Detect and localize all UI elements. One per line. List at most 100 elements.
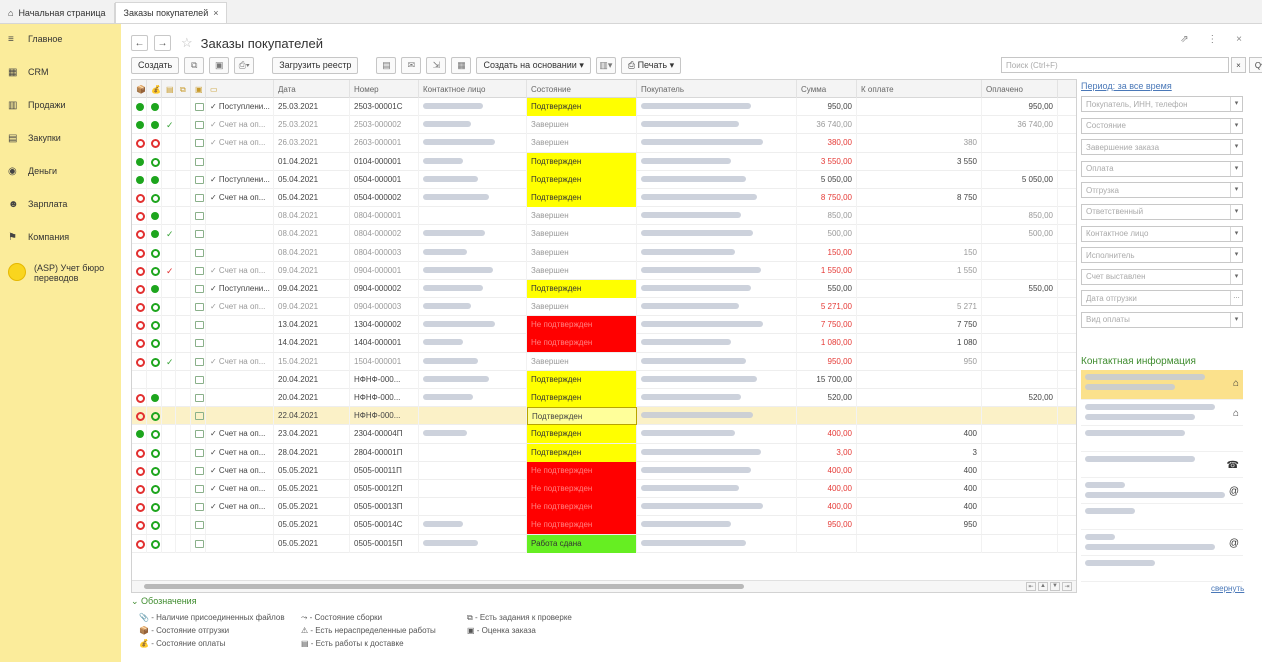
table-row[interactable]: ✓ Счет на оп... 05.04.2021 0504-000002 П… — [132, 188, 1076, 208]
print-button[interactable]: ⎙ Печать ▾ — [620, 56, 682, 74]
dropdown-arrow-icon[interactable]: ▾ — [1230, 312, 1242, 327]
dropdown-arrow-icon[interactable]: ▾ — [1230, 161, 1242, 176]
table-row[interactable]: ✓ Счет на оп... 05.05.2021 0505-00012П Н… — [132, 479, 1076, 499]
sidebar-item-1[interactable]: ▦ CRM — [0, 57, 121, 90]
dropdown-arrow-icon[interactable]: ▾ — [1230, 183, 1242, 198]
print-dropdown-icon[interactable]: ⎙▾ — [234, 56, 255, 74]
table-row[interactable]: 20.04.2021 НФНФ-000... Подтвержден 15 70… — [132, 370, 1076, 389]
dropdown-arrow-icon[interactable]: ▾ — [1230, 248, 1242, 263]
table-row[interactable]: 01.04.2021 0104-000001 Подтвержден 3 550… — [132, 152, 1076, 171]
search-input[interactable]: Поиск (Ctrl+F) — [1001, 57, 1229, 73]
contact-entry[interactable]: @ — [1081, 530, 1243, 556]
filter-field[interactable]: Состояние ▾ — [1081, 117, 1243, 134]
first-page-icon[interactable]: ⇤ — [1026, 582, 1036, 591]
contact-entry[interactable] — [1081, 504, 1243, 530]
table-row[interactable]: ✓ Поступлени... 25.03.2021 2503-00001С П… — [132, 98, 1076, 117]
table-row[interactable]: ✓ Счет на оп... 05.05.2021 0505-00011П Н… — [132, 461, 1076, 480]
table-row[interactable]: ✓ ✓ Счет на оп... 15.04.2021 1504-000001… — [132, 352, 1076, 371]
contact-entry[interactable]: @ — [1081, 478, 1243, 504]
dropdown-arrow-icon[interactable]: ▾ — [1230, 97, 1242, 111]
column-header[interactable]: Дата — [274, 80, 350, 98]
search-icon[interactable]: Q▾ — [1249, 57, 1262, 73]
header-icon-col[interactable]: 💰 — [147, 80, 162, 98]
close-tab-icon[interactable]: × — [213, 8, 218, 18]
report-icon[interactable]: ▤ — [376, 56, 397, 74]
filter-field[interactable]: Завершение заказа ▾ — [1081, 139, 1243, 156]
create-based-on-button[interactable]: Создать на основании ▾ — [476, 56, 591, 74]
filter-field[interactable]: Исполнитель ▾ — [1081, 247, 1243, 264]
header-icon-col[interactable]: ▣ — [191, 80, 206, 98]
documents-dropdown-icon[interactable]: ▥▾ — [595, 56, 616, 74]
column-header[interactable]: Состояние — [527, 80, 637, 98]
sidebar-item-0[interactable]: ≡ Главное — [0, 24, 121, 57]
table-row[interactable]: 14.04.2021 1404-000001 Не подтвержден 1 … — [132, 334, 1076, 353]
favorite-star-icon[interactable]: ☆ — [181, 35, 193, 51]
filter-field[interactable]: Счет выставлен ▾ — [1081, 268, 1243, 285]
column-header[interactable]: Номер — [350, 80, 419, 98]
table-row[interactable]: 13.04.2021 1304-000002 Не подтвержден 7 … — [132, 316, 1076, 335]
dropdown-arrow-icon[interactable]: ▾ — [1230, 204, 1242, 219]
table-row[interactable]: 05.05.2021 0505-00015П Работа сдана — [132, 534, 1076, 553]
sidebar-item-5[interactable]: ☻ Зарплата — [0, 189, 121, 222]
filter-field[interactable]: Вид оплаты ▾ — [1081, 311, 1243, 328]
filter-field[interactable]: Дата отгрузки … — [1081, 290, 1243, 307]
dropdown-arrow-icon[interactable]: ▾ — [1230, 269, 1242, 284]
table-row[interactable]: 20.04.2021 НФНФ-000... Подтвержден 520,0… — [132, 389, 1076, 408]
save-doc-icon[interactable]: ▣ — [209, 56, 230, 74]
table-row[interactable]: ✓ Счет на оп... 26.03.2021 2603-000001 З… — [132, 134, 1076, 153]
table-row[interactable]: ✓ 08.04.2021 0804-000002 Завершен 500,00… — [132, 225, 1076, 244]
sidebar-item-3[interactable]: ▤ Закупки — [0, 123, 121, 156]
collapse-link[interactable]: свернуть — [1211, 584, 1244, 593]
period-link[interactable]: Период: за все время — [1081, 81, 1243, 91]
contact-entry[interactable] — [1081, 556, 1243, 582]
table-row[interactable]: 08.04.2021 0804-000003 Завершен 150,00 1… — [132, 243, 1076, 262]
sidebar-item-4[interactable]: ◉ Деньги — [0, 156, 121, 189]
column-header[interactable]: К оплате — [857, 80, 982, 98]
contact-entry[interactable]: ⌂ — [1081, 400, 1243, 426]
table-row[interactable]: ✓ ✓ Счет на оп... 09.04.2021 0904-000001… — [132, 261, 1076, 280]
sidebar-item-asp[interactable]: (ASP) Учет бюро переводов — [0, 255, 121, 295]
sidebar-item-2[interactable]: ▥ Продажи — [0, 90, 121, 123]
column-header[interactable]: Оплачено — [982, 80, 1058, 98]
horizontal-scrollbar[interactable] — [144, 584, 744, 589]
header-icon-col[interactable]: ▤ — [162, 80, 176, 98]
filter-field[interactable]: Оплата ▾ — [1081, 160, 1243, 177]
contact-entry[interactable] — [1081, 426, 1243, 452]
table-row[interactable]: ✓ Счет на оп... 28.04.2021 2804-00001П П… — [132, 443, 1076, 462]
dropdown-arrow-icon[interactable]: ▾ — [1230, 226, 1242, 241]
dropdown-arrow-icon[interactable]: ▾ — [1230, 118, 1242, 133]
last-page-icon[interactable]: ⇥ — [1062, 582, 1072, 591]
table-row[interactable]: ✓ Счет на оп... 05.05.2021 0505-00013П Н… — [132, 498, 1076, 517]
table-row[interactable]: 22.04.2021 НФНФ-000... Подтвержден — [132, 407, 1076, 426]
column-header[interactable]: Контактное лицо — [419, 80, 527, 98]
table-row[interactable]: ✓ Поступлени... 05.04.2021 0504-000001 П… — [132, 170, 1076, 189]
create-button[interactable]: Создать — [131, 56, 180, 74]
filter-field[interactable]: Контактное лицо ▾ — [1081, 225, 1243, 242]
dropdown-arrow-icon[interactable]: ▾ — [1230, 140, 1242, 155]
filter-field[interactable]: Отгрузка ▾ — [1081, 182, 1243, 199]
column-header[interactable]: Сумма — [797, 80, 857, 98]
header-icon-col[interactable]: ▭ — [206, 80, 274, 98]
header-icon-col[interactable]: 📦 — [132, 80, 147, 98]
table-icon[interactable]: ▦ — [451, 56, 472, 74]
prev-page-icon[interactable]: ▲ — [1038, 582, 1048, 591]
header-icon-col[interactable]: ⧉ — [176, 80, 191, 98]
column-header[interactable]: Покупатель — [637, 80, 797, 98]
contact-entry[interactable]: ⌂ — [1081, 369, 1243, 400]
copy-icon[interactable]: ⧉ — [184, 56, 205, 74]
search-clear-icon[interactable]: × — [1231, 57, 1246, 73]
mail-icon[interactable]: ✉ — [401, 56, 422, 74]
tab-orders[interactable]: Заказы покупателей × — [114, 2, 228, 23]
filter-field[interactable]: Покупатель, ИНН, телефон ▾ — [1081, 96, 1243, 112]
table-row[interactable]: 05.05.2021 0505-00014С Не подтвержден 95… — [132, 516, 1076, 535]
table-row[interactable]: ✓ Поступлени... 09.04.2021 0904-000002 П… — [132, 279, 1076, 299]
back-arrow-icon[interactable]: ← — [131, 35, 148, 51]
contact-entry[interactable]: ☎ — [1081, 452, 1243, 478]
next-page-icon[interactable]: ▼ — [1050, 582, 1060, 591]
table-row[interactable]: ✓ Счет на оп... 23.04.2021 2304-00004П П… — [132, 425, 1076, 444]
forward-arrow-icon[interactable]: → — [154, 35, 171, 51]
table-row[interactable]: ✓ Счет на оп... 09.04.2021 0904-000003 З… — [132, 298, 1076, 317]
load-registry-button[interactable]: Загрузить реестр — [272, 56, 359, 74]
legend-title[interactable]: ⌄ Обозначения — [131, 596, 831, 607]
filter-field[interactable]: Ответственный ▾ — [1081, 203, 1243, 220]
